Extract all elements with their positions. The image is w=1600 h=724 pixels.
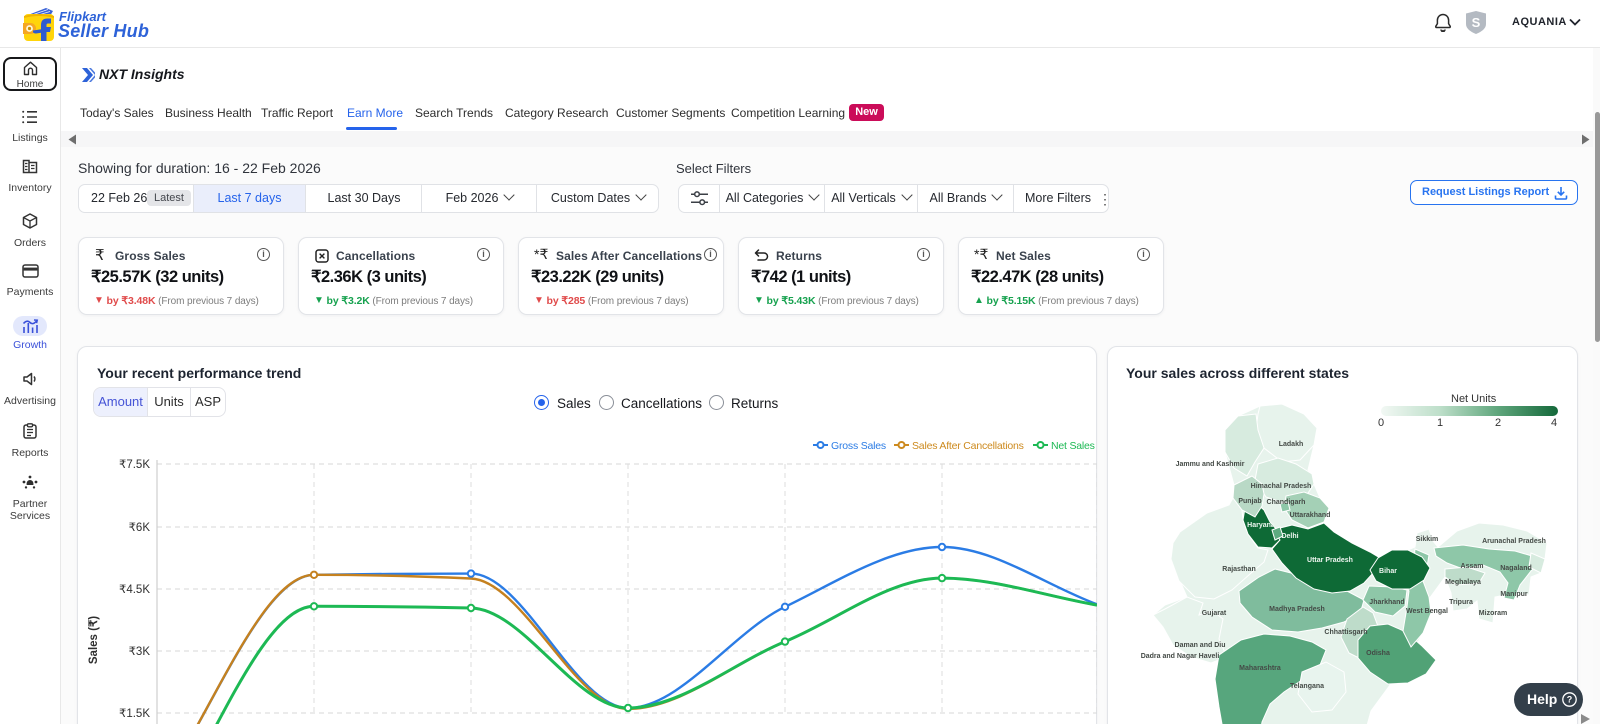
svg-text:₹1.5K: ₹1.5K <box>119 708 150 720</box>
svg-text:Gujarat: Gujarat <box>1202 610 1227 617</box>
svg-text:Meghalaya: Meghalaya <box>1445 579 1481 586</box>
svg-text:Sales (₹): Sales (₹) <box>88 616 100 664</box>
svg-text:Jammu and Kashmir: Jammu and Kashmir <box>1176 461 1245 468</box>
svg-text:Haryana: Haryana <box>1247 522 1275 529</box>
svg-text:Telangana: Telangana <box>1290 683 1324 690</box>
svg-text:Uttar Pradesh: Uttar Pradesh <box>1307 557 1353 564</box>
svg-text:Ladakh: Ladakh <box>1279 441 1304 448</box>
svg-text:Daman and Diu: Daman and Diu <box>1175 642 1226 649</box>
svg-text:Jharkhand: Jharkhand <box>1369 599 1404 606</box>
svg-text:₹3K: ₹3K <box>129 646 151 658</box>
svg-text:Rajasthan: Rajasthan <box>1222 566 1255 573</box>
svg-text:Dadra and Nagar Haveli: Dadra and Nagar Haveli <box>1141 653 1220 660</box>
svg-text:Maharashtra: Maharashtra <box>1239 665 1281 672</box>
svg-text:Chhattisgarh: Chhattisgarh <box>1324 629 1367 636</box>
svg-text:?: ? <box>1567 695 1573 705</box>
svg-text:Sikkim: Sikkim <box>1416 536 1439 543</box>
svg-text:Punjab: Punjab <box>1238 498 1261 505</box>
svg-text:₹4.5K: ₹4.5K <box>119 584 150 596</box>
svg-text:West Bengal: West Bengal <box>1406 608 1448 615</box>
svg-text:Tripura: Tripura <box>1449 599 1473 606</box>
svg-text:Mizoram: Mizoram <box>1479 610 1507 617</box>
svg-text:Odisha: Odisha <box>1366 650 1390 657</box>
svg-text:Arunachal Pradesh: Arunachal Pradesh <box>1482 538 1546 545</box>
svg-text:Nagaland: Nagaland <box>1500 565 1532 572</box>
svg-text:Assam: Assam <box>1461 563 1484 570</box>
svg-text:Delhi: Delhi <box>1281 533 1298 540</box>
svg-text:Manipur: Manipur <box>1500 591 1527 598</box>
svg-text:S: S <box>1472 15 1481 30</box>
svg-text:₹7.5K: ₹7.5K <box>119 459 150 471</box>
svg-text:Chandigarh: Chandigarh <box>1267 499 1306 506</box>
svg-text:Bihar: Bihar <box>1379 568 1397 575</box>
svg-text:₹6K: ₹6K <box>129 522 151 534</box>
svg-text:Madhya Pradesh: Madhya Pradesh <box>1269 606 1325 613</box>
svg-text:Uttarakhand: Uttarakhand <box>1290 512 1331 519</box>
svg-text:Himachal Pradesh: Himachal Pradesh <box>1251 483 1312 490</box>
